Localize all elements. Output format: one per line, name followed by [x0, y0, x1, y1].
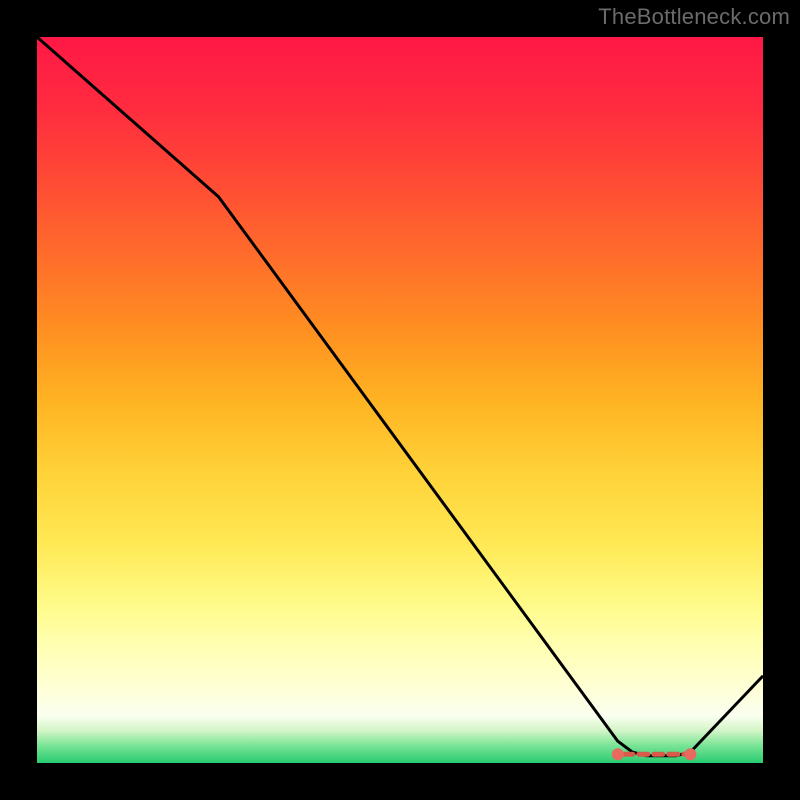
plot-area [37, 37, 763, 763]
chart-frame: TheBottleneck.com [0, 0, 800, 800]
chart-svg [37, 37, 763, 763]
optimal-range-cap-left [612, 748, 624, 760]
gradient-background [37, 37, 763, 763]
optimal-range-cap-right [684, 748, 696, 760]
attribution-label: TheBottleneck.com [598, 4, 790, 30]
